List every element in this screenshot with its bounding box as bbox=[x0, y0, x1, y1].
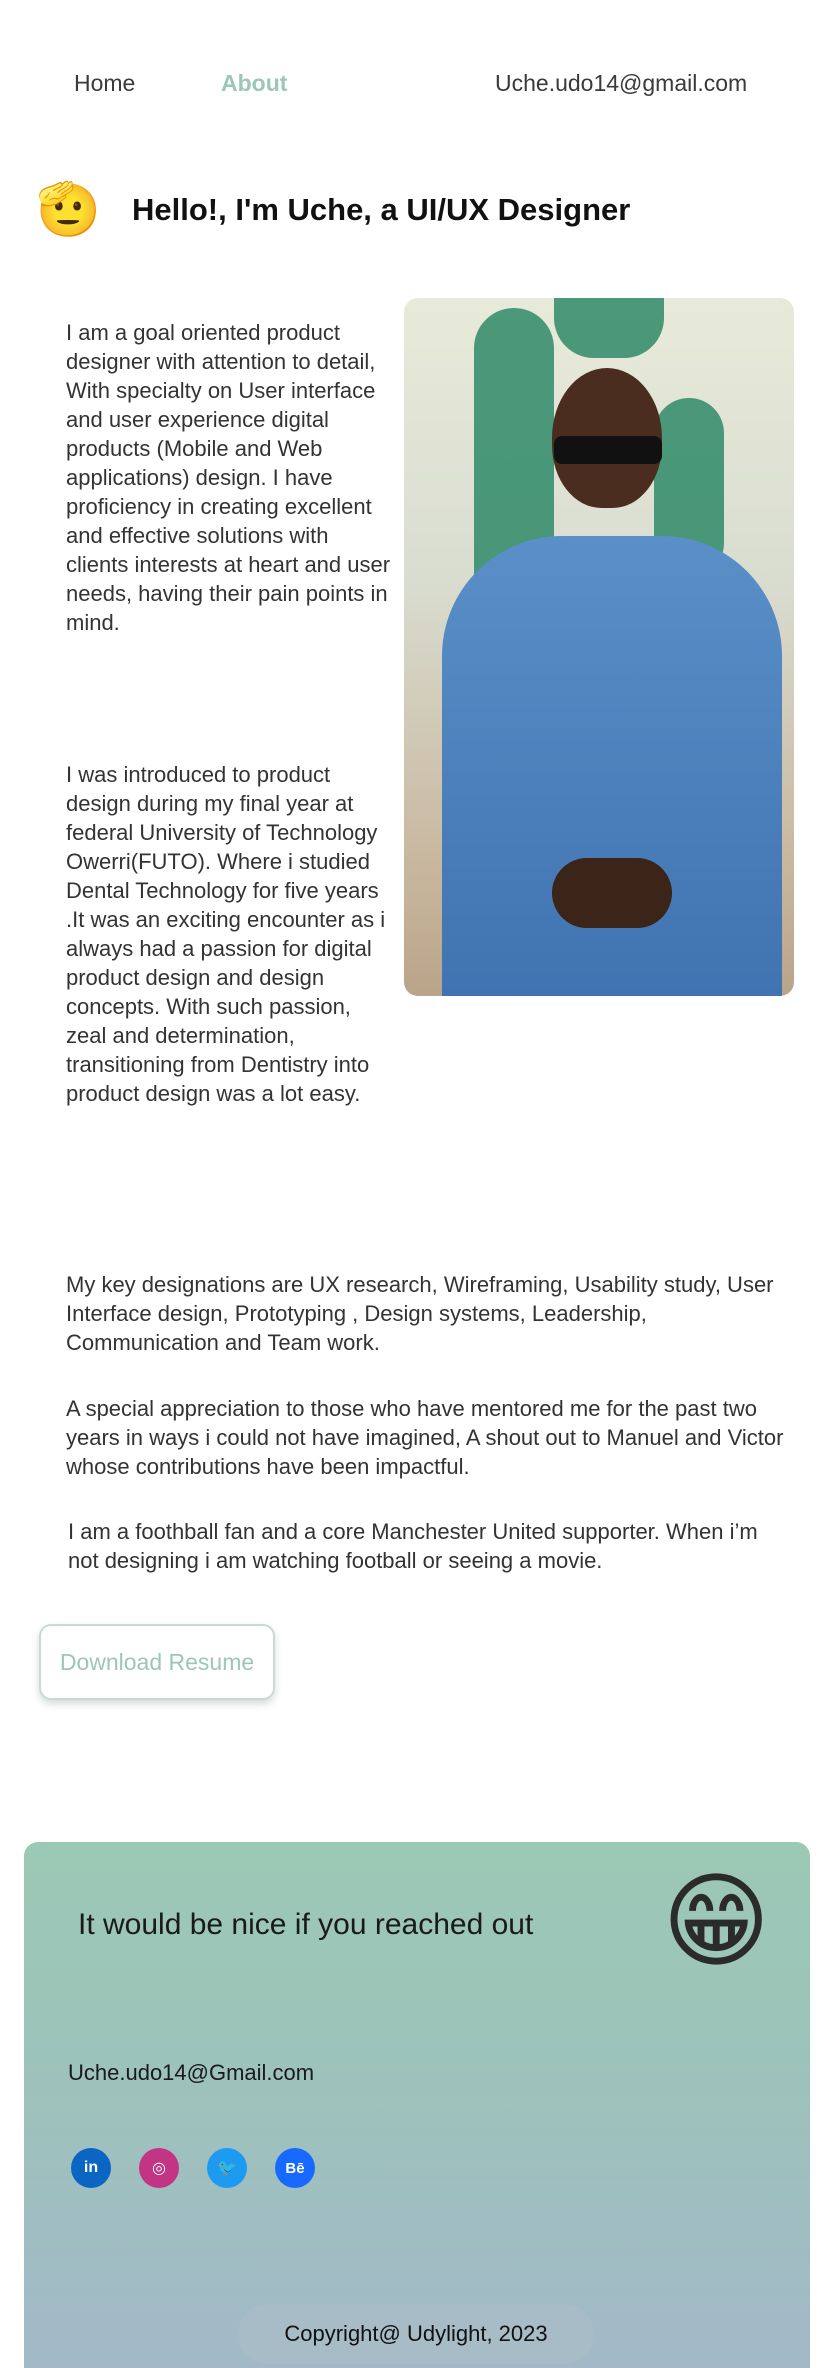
grinning-face-icon: 😁 bbox=[662, 1864, 771, 1980]
behance-icon[interactable]: Bē bbox=[275, 2148, 315, 2188]
appreciation-paragraph: A special appreciation to those who have… bbox=[66, 1396, 784, 1479]
contact-cta-text: It would be nice if you reached out bbox=[78, 1908, 534, 1941]
instagram-icon[interactable]: ◎ bbox=[139, 2148, 179, 2188]
saluting-face-icon: 🫡 bbox=[36, 181, 101, 239]
intro-paragraph-2: I was introduced to product design durin… bbox=[66, 762, 386, 1106]
contact-email-link[interactable]: Uche.udo14@Gmail.com bbox=[68, 2060, 314, 2086]
profile-photo bbox=[404, 298, 794, 996]
photo-person-hands bbox=[552, 858, 672, 928]
nav-home-link[interactable]: Home bbox=[74, 70, 135, 97]
top-navigation: Home About Uche.udo14@gmail.com bbox=[0, 0, 834, 170]
nav-about-link[interactable]: About bbox=[221, 70, 287, 97]
contact-section: It would be nice if you reached out 😁 Uc… bbox=[24, 1842, 810, 2368]
linkedin-icon[interactable]: in bbox=[71, 2148, 111, 2188]
page-title: Hello!, I'm Uche, a UI/UX Designer bbox=[132, 192, 631, 227]
hobbies-paragraph: I am a foothball fan and a core Manchest… bbox=[68, 1519, 758, 1573]
copyright-footer: Copyright@ Udylight, 2023 bbox=[238, 2304, 594, 2364]
intro-paragraph-1: I am a goal oriented product designer wi… bbox=[66, 320, 391, 635]
twitter-icon[interactable]: 🐦 bbox=[207, 2148, 247, 2188]
nav-email-link[interactable]: Uche.udo14@gmail.com bbox=[495, 70, 747, 97]
social-links: in ◎ 🐦 Bē bbox=[71, 2148, 315, 2188]
hero-heading: 🫡 Hello!, I'm Uche, a UI/UX Designer bbox=[36, 172, 630, 248]
photo-background-shape bbox=[554, 298, 664, 358]
skills-paragraph: My key designations are UX research, Wir… bbox=[66, 1272, 774, 1355]
photo-sunglasses bbox=[554, 436, 662, 464]
download-resume-button[interactable]: Download Resume bbox=[39, 1624, 275, 1700]
